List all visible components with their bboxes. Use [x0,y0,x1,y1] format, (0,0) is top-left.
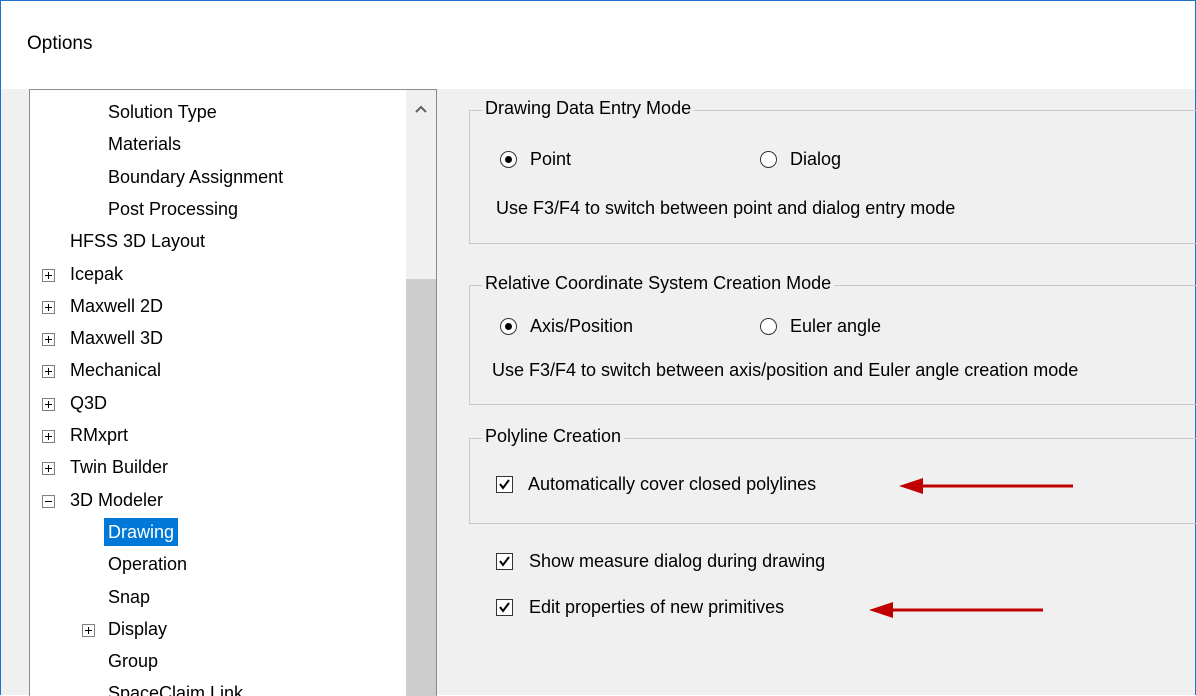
polyline-title: Polyline Creation [482,426,625,447]
expand-icon[interactable] [42,333,55,347]
tree-item[interactable]: Boundary Assignment [104,163,287,191]
options-window: Options Solution Type Materials Boundary A… [0,0,1196,696]
tree-item[interactable]: Maxwell 2D [42,292,167,320]
tree-item-label: HFSS 3D Layout [70,231,206,252]
tree-item-label: Maxwell 3D [70,328,164,349]
tree-item-label: Solution Type [108,102,217,122]
show-measure-label[interactable]: Show measure dialog during drawing [529,551,825,572]
relative-cs-title: Relative Coordinate System Creation Mode [482,273,835,294]
euler-angle-radio[interactable] [760,318,777,335]
tree-item-label: Mechanical [70,360,162,381]
tree-item-label: Drawing [104,517,179,546]
tree-item-label: 3D Modeler [70,489,164,510]
checkmark-icon [499,602,510,613]
options-tree[interactable]: Solution Type Materials Boundary Assignmen… [29,89,437,696]
tree-item-label: SpaceClaim Link [108,683,244,696]
tree-item-label: Boundary Assignment [108,166,284,187]
polyline-group: Polyline Creation Automatically cover cl… [469,426,1196,524]
axis-position-radio[interactable] [500,318,517,335]
auto-cover-checkbox[interactable] [496,476,513,493]
annotation-arrow-icon [869,602,1043,618]
expand-icon[interactable] [42,430,55,443]
tree-item-label: Q3D [70,392,108,413]
tree-item-label: Twin Builder [70,457,169,478]
tree-item-label: Maxwell 2D [70,295,164,316]
tree-item[interactable]: Snap [104,583,154,611]
point-radio[interactable] [500,151,517,168]
tree-item[interactable]: Twin Builder [42,453,172,481]
relative-cs-group: Relative Coordinate System Creation Mode… [469,273,1196,405]
axis-position-radio-label[interactable]: Axis/Position [530,316,633,337]
drawing-mode-title: Drawing Data Entry Mode [482,98,695,119]
tree-item-label: Icepak [70,263,124,284]
annotation-arrow-icon [899,478,1073,494]
scroll-thumb[interactable] [406,279,436,696]
tree-item-label: RMxprt [70,425,128,445]
tree-item[interactable]: Icepak [42,260,127,288]
tree-item-label: Display [108,618,168,639]
tree-item-label: Snap [108,586,151,607]
collapse-icon[interactable] [42,494,55,508]
edit-properties-label[interactable]: Edit properties of new primitives [529,597,784,618]
expand-icon[interactable] [42,397,55,411]
tree-item[interactable]: Operation [104,550,191,578]
expand-icon[interactable] [42,462,55,476]
dialog-radio[interactable] [760,151,777,168]
tree-item-label: Post Processing [108,198,239,219]
expand-icon[interactable] [42,365,55,379]
auto-cover-label[interactable]: Automatically cover closed polylines [528,474,816,495]
checkmark-icon [499,479,510,490]
edit-properties-checkbox[interactable] [496,599,513,616]
tree-item[interactable]: Display [82,615,171,643]
tree-item[interactable]: Post Processing [104,195,242,223]
show-measure-checkbox[interactable] [496,553,513,570]
relative-cs-hint: Use F3/F4 to switch between axis/positio… [492,360,1079,380]
scroll-up-button[interactable] [406,90,436,130]
dialog-radio-label[interactable]: Dialog [790,149,841,170]
tree-scrollbar[interactable] [406,90,436,696]
expand-icon[interactable] [82,623,95,637]
chevron-up-icon [415,105,427,113]
drawing-mode-group: Drawing Data Entry Mode Point Dialog Use… [469,98,1196,244]
tree-item[interactable]: Solution Type [104,98,221,126]
tree-item[interactable]: RMxprt [42,421,132,449]
tree-item-label: Operation [108,554,188,575]
tree-item[interactable]: Drawing [104,517,179,546]
expand-icon[interactable] [42,300,55,314]
expand-icon[interactable] [42,268,55,282]
point-radio-label[interactable]: Point [530,149,571,170]
tree-item[interactable]: HFSS 3D Layout [66,227,209,255]
tree-item[interactable]: Group [104,647,162,675]
checkmark-icon [499,556,510,567]
tree-item[interactable]: Q3D [42,389,111,417]
tree-item-label: Materials [108,134,182,155]
window-title: Options [27,33,93,54]
tree-item[interactable]: Maxwell 3D [42,324,167,352]
tree-item[interactable]: 3D Modeler [42,486,167,514]
tree-item[interactable]: Mechanical [42,356,165,384]
tree-item-label: Group [108,651,159,672]
title-bar[interactable]: Options [1,1,1195,89]
tree-item[interactable]: Materials [104,130,185,158]
euler-angle-radio-label[interactable]: Euler angle [790,316,881,337]
drawing-mode-hint: Use F3/F4 to switch between point and di… [496,198,956,218]
